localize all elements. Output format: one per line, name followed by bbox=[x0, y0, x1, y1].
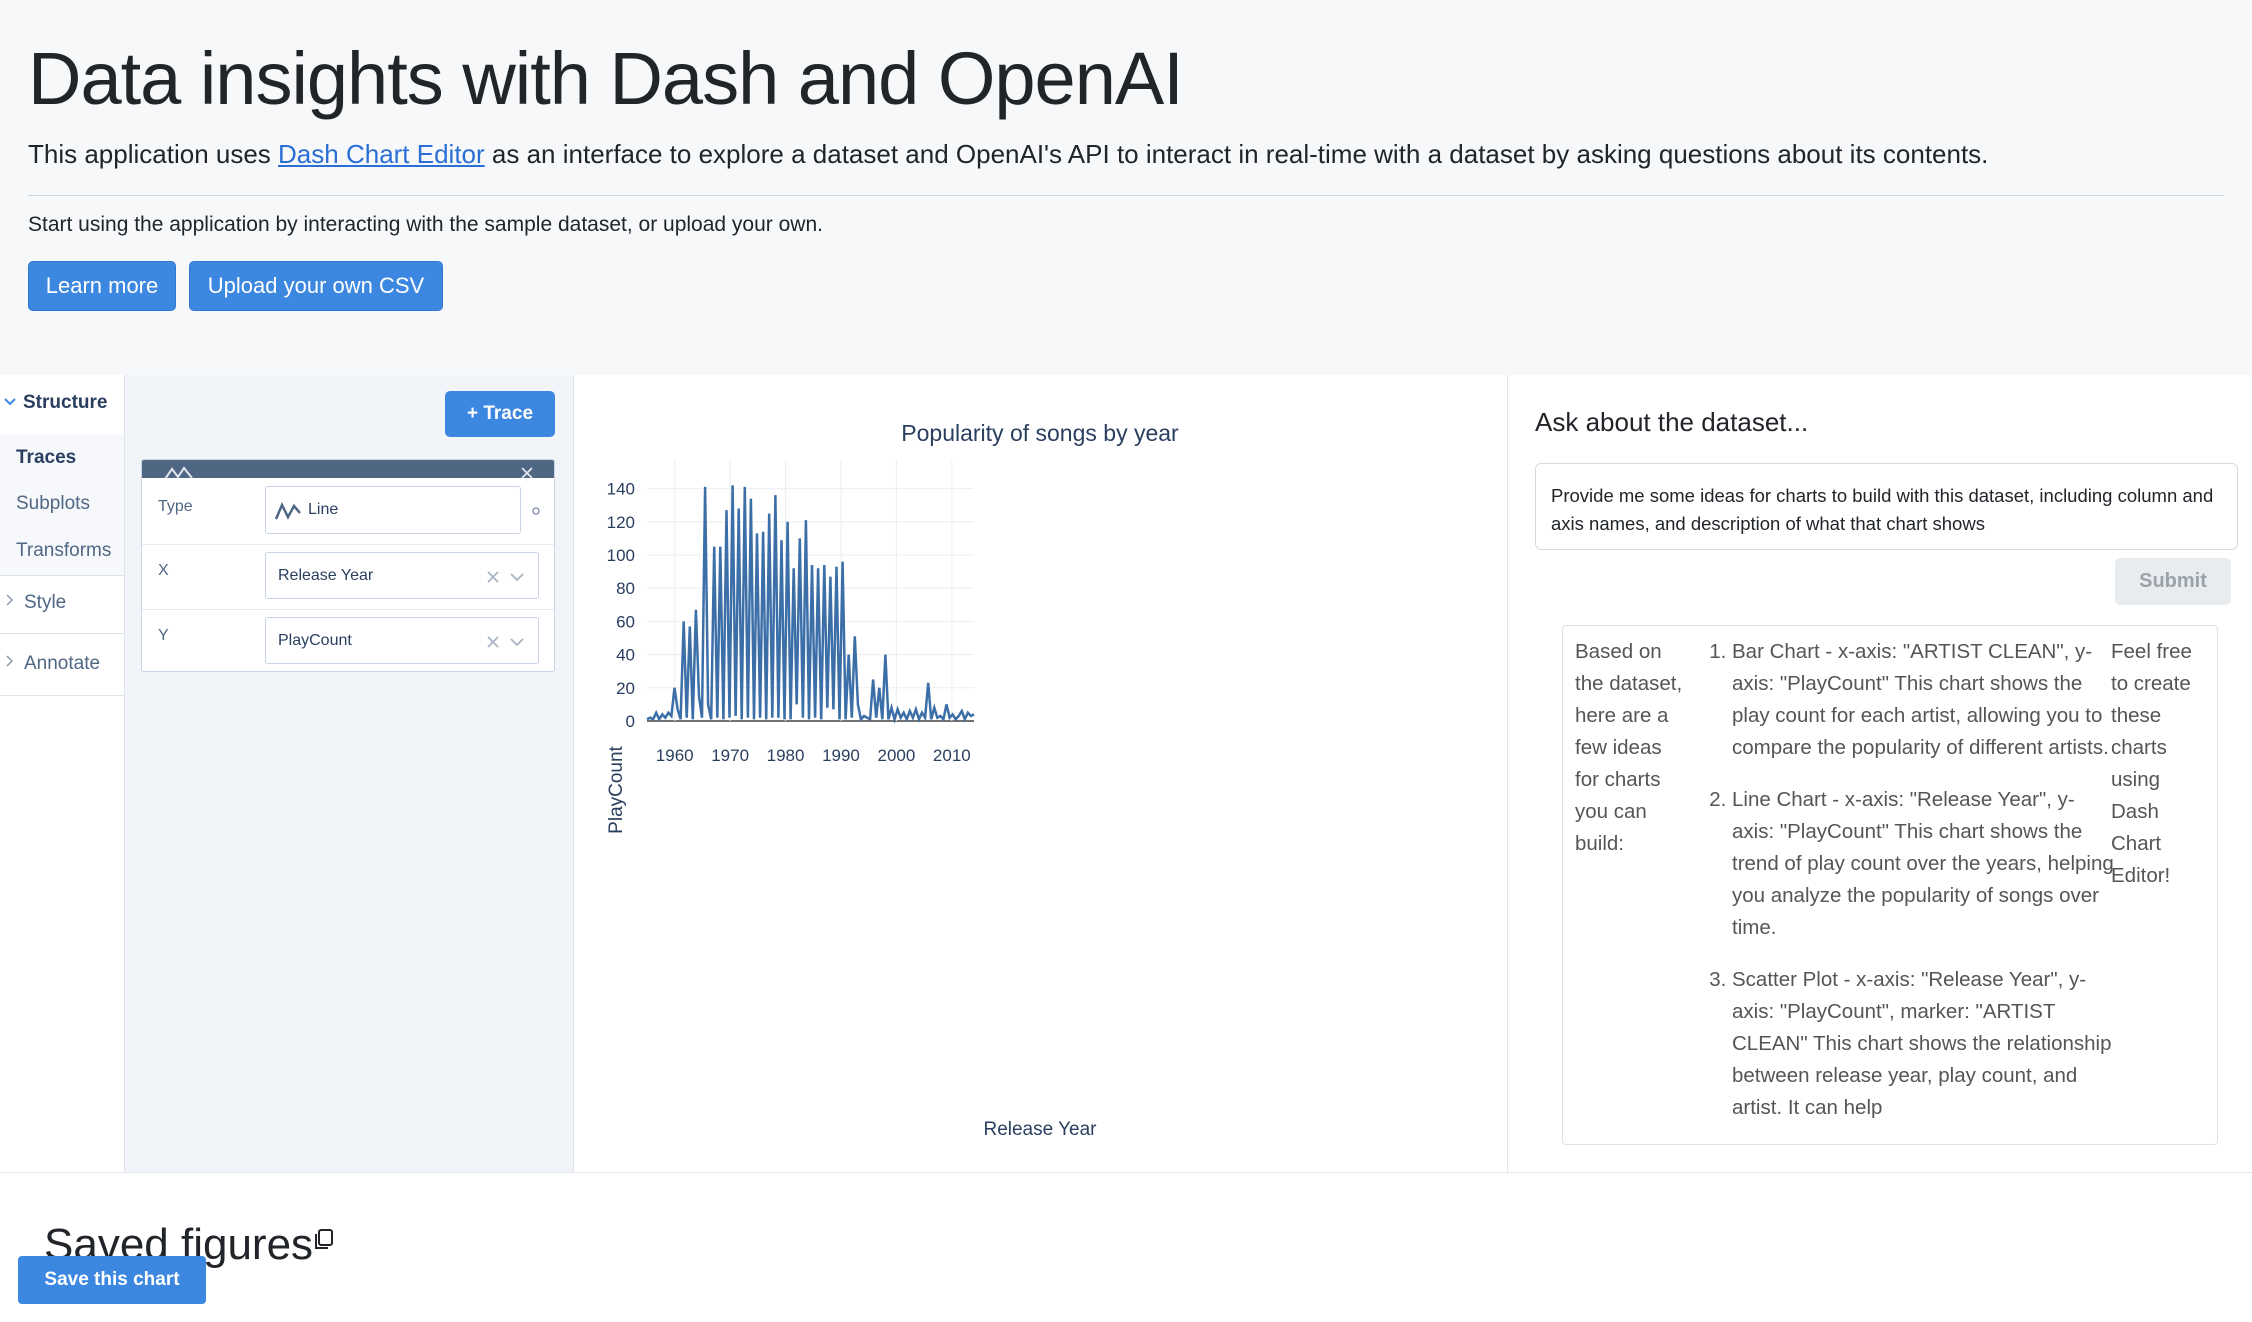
x-axis-title: Release Year bbox=[983, 1119, 1097, 1140]
nav-subplots[interactable]: Subplots bbox=[16, 493, 90, 515]
trace-x-label: X bbox=[158, 562, 169, 579]
intro-text-start: This application uses bbox=[28, 139, 279, 169]
intro-text: This application uses Dash Chart Editor … bbox=[28, 139, 1988, 170]
learn-more-button[interactable]: Learn more bbox=[28, 261, 176, 311]
line-chart-icon bbox=[274, 502, 301, 520]
nav-transforms[interactable]: Transforms bbox=[16, 540, 111, 562]
trace-type-select[interactable]: Line bbox=[265, 486, 521, 534]
clear-icon[interactable] bbox=[486, 570, 500, 584]
line-chart[interactable]: Popularity of songs by year 0 20 40 60 80 100… bbox=[574, 375, 1507, 1172]
answer-item: Bar Chart - x-axis: "ARTIST CLEAN", y-ax… bbox=[1732, 636, 2114, 764]
answer-intro: Based on the dataset, here are a few ide… bbox=[1575, 640, 1683, 855]
chevron-down-icon bbox=[4, 398, 16, 406]
nav-divider bbox=[0, 633, 124, 634]
trace-type-value: Line bbox=[308, 501, 339, 518]
chevron-down-icon[interactable] bbox=[510, 572, 524, 582]
answer-box: Based on the dataset, here are a few ide… bbox=[1562, 625, 2218, 1145]
chat-title: Ask about the dataset... bbox=[1535, 407, 1809, 437]
trace-y-select[interactable]: PlayCount bbox=[265, 617, 539, 664]
x-tick-label: 1970 bbox=[711, 746, 749, 765]
settings-icon[interactable] bbox=[531, 506, 541, 516]
header-section: Data insights with Dash and OpenAI This … bbox=[0, 0, 2252, 375]
y-tick-label: 80 bbox=[616, 579, 635, 598]
line-chart-icon bbox=[164, 466, 193, 478]
page-title: Data insights with Dash and OpenAI bbox=[28, 37, 1184, 120]
instructions-text: Start using the application by interacti… bbox=[28, 213, 823, 236]
question-input[interactable]: Provide me some ideas for charts to buil… bbox=[1535, 463, 2238, 550]
series-line bbox=[646, 485, 975, 724]
x-tick-label: 2010 bbox=[933, 746, 971, 765]
nav-divider bbox=[0, 695, 124, 696]
trace-card-header[interactable] bbox=[142, 460, 554, 478]
x-tick-label: 1990 bbox=[822, 746, 860, 765]
y-tick-label: 40 bbox=[616, 646, 635, 665]
answer-item: Scatter Plot - x-axis: "Release Year", y… bbox=[1732, 964, 2114, 1124]
editor-side-nav: Structure Traces Subplots Transforms Sty… bbox=[0, 375, 125, 1172]
nav-structure[interactable]: Structure bbox=[0, 375, 124, 435]
intro-text-end: as an interface to explore a dataset and… bbox=[484, 139, 1989, 169]
chevron-right-icon bbox=[6, 594, 14, 606]
upload-csv-button[interactable]: Upload your own CSV bbox=[189, 261, 443, 311]
copy-icon[interactable] bbox=[312, 1227, 336, 1251]
field-divider bbox=[142, 544, 554, 545]
answer-list: Bar Chart - x-axis: "ARTIST CLEAN", y-ax… bbox=[1704, 636, 2114, 1144]
add-trace-button[interactable]: + Trace bbox=[445, 391, 555, 437]
clear-icon[interactable] bbox=[486, 635, 500, 649]
field-divider bbox=[142, 609, 554, 610]
y-axis-title: PlayCount bbox=[606, 745, 627, 833]
y-tick-label: 60 bbox=[616, 612, 635, 631]
answer-item: Line Chart - x-axis: "Release Year", y-a… bbox=[1732, 784, 2114, 944]
y-tick-label: 20 bbox=[616, 679, 635, 698]
section-divider bbox=[0, 1172, 2252, 1173]
close-icon[interactable] bbox=[520, 466, 534, 478]
submit-button[interactable]: Submit bbox=[2115, 558, 2231, 605]
trace-card: Type Line X Release Year Y PlayCount bbox=[141, 459, 555, 672]
y-tick-label: 120 bbox=[607, 513, 635, 532]
x-tick-label: 2000 bbox=[877, 746, 915, 765]
trace-y-value: PlayCount bbox=[278, 632, 352, 649]
dash-chart-editor-link[interactable]: Dash Chart Editor bbox=[278, 139, 485, 169]
trace-type-label: Type bbox=[158, 498, 193, 515]
x-tick-label: 1980 bbox=[767, 746, 805, 765]
save-chart-button[interactable]: Save this chart bbox=[18, 1256, 206, 1304]
chart-area: Popularity of songs by year 0 20 40 60 80 100… bbox=[574, 375, 1508, 1172]
trace-x-select[interactable]: Release Year bbox=[265, 552, 539, 599]
chart-title: Popularity of songs by year bbox=[901, 420, 1179, 446]
answer-outro: Feel free to create these charts using D… bbox=[2111, 640, 2192, 887]
chevron-right-icon bbox=[6, 655, 14, 667]
nav-structure-label: Structure bbox=[23, 392, 108, 413]
y-tick-label: 140 bbox=[607, 480, 635, 499]
trace-x-value: Release Year bbox=[278, 567, 374, 584]
y-tick-label: 100 bbox=[607, 546, 635, 565]
nav-style[interactable]: Style bbox=[24, 592, 66, 614]
trace-y-label: Y bbox=[158, 627, 169, 644]
y-tick-label: 0 bbox=[626, 712, 635, 731]
header-divider bbox=[28, 195, 2224, 196]
nav-traces[interactable]: Traces bbox=[16, 447, 76, 469]
chevron-down-icon[interactable] bbox=[510, 637, 524, 647]
nav-annotate[interactable]: Annotate bbox=[24, 653, 100, 675]
x-tick-label: 1960 bbox=[656, 746, 694, 765]
